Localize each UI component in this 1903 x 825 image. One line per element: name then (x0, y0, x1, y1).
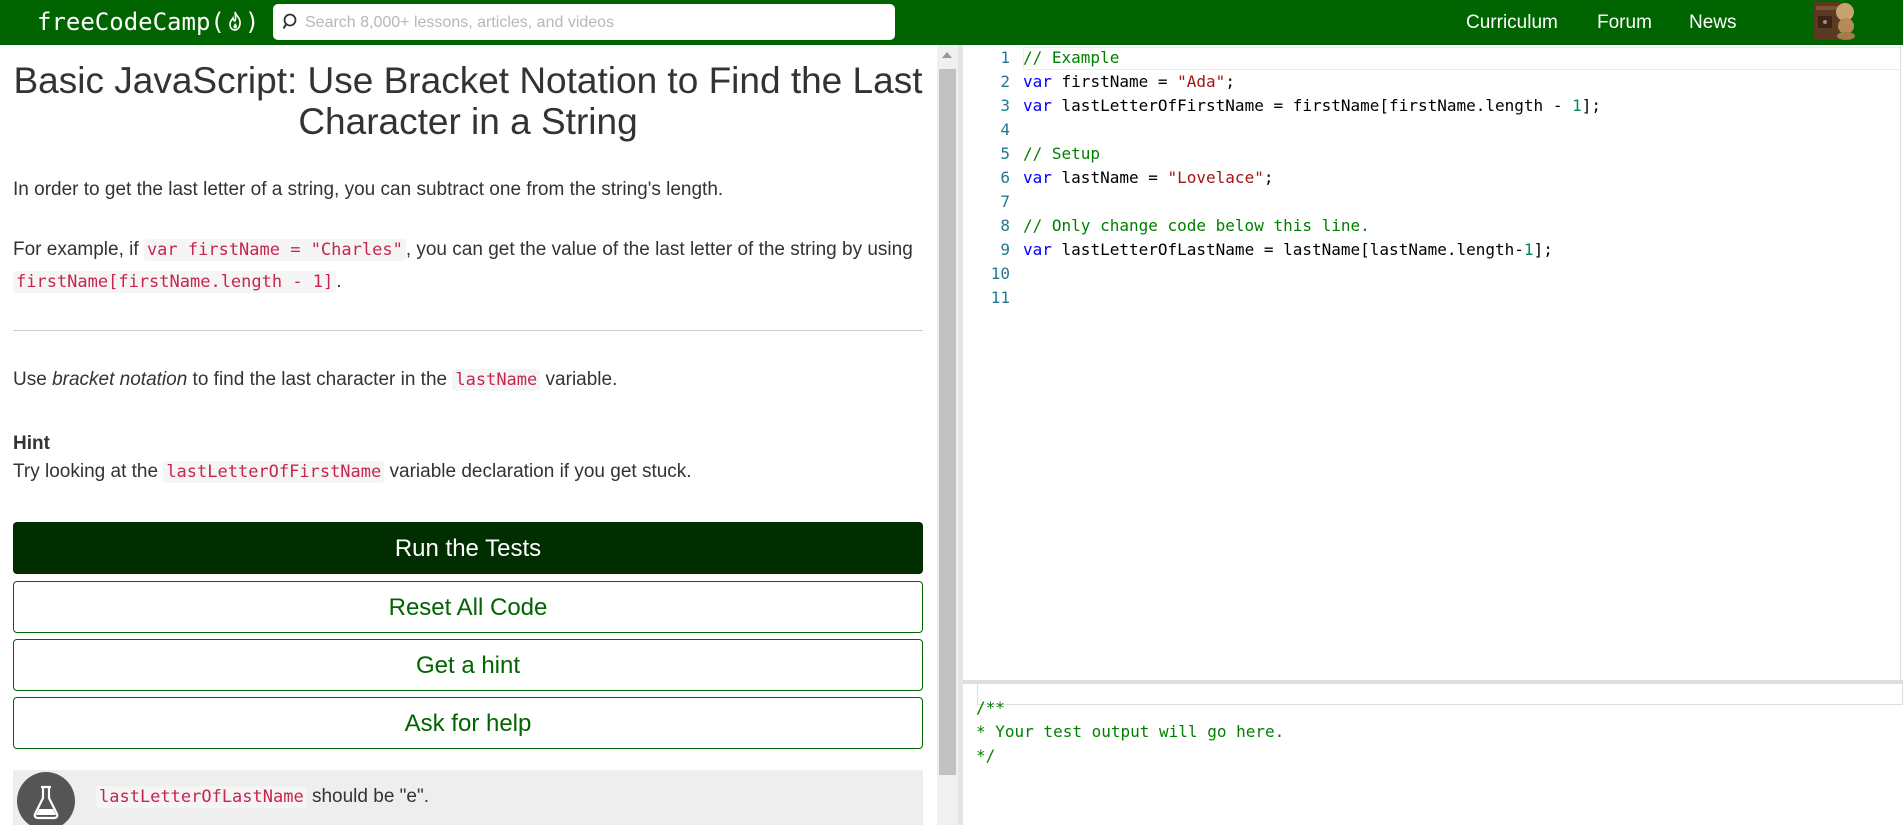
test-item: lastLetterOfLastName should be "e". (96, 786, 429, 808)
line-number: 6 (1000, 168, 1010, 187)
code-line[interactable]: var lastLetterOfFirstName = firstName[fi… (1023, 96, 1601, 115)
ask-help-button[interactable]: Ask for help (13, 697, 923, 749)
inline-code: firstName[firstName.length - 1] (13, 271, 337, 293)
code-line[interactable]: var lastLetterOfLastName = lastName[last… (1023, 240, 1553, 259)
description-paragraph: In order to get the last letter of a str… (13, 179, 724, 200)
line-number: 7 (1000, 192, 1010, 211)
code-line[interactable]: // Setup (1023, 144, 1100, 163)
instructions-scrollbar[interactable] (937, 45, 958, 825)
search-bar[interactable] (273, 4, 895, 40)
output-line: */ (976, 746, 996, 765)
code-line[interactable]: var firstName = "Ada"; (1023, 72, 1235, 91)
inline-code: lastLetterOfFirstName (163, 461, 385, 483)
scroll-thumb[interactable] (939, 69, 956, 775)
fcc-logo[interactable]: freeCodeCamp() (37, 6, 259, 39)
search-icon (282, 13, 299, 35)
run-tests-button[interactable]: Run the Tests (13, 522, 923, 574)
get-hint-button[interactable]: Get a hint (13, 639, 923, 691)
nav-link-curriculum[interactable]: Curriculum (1466, 12, 1558, 34)
hint-heading: Hint (13, 433, 50, 454)
line-number: 3 (1000, 96, 1010, 115)
code-line[interactable]: // Only change code below this line. (1023, 216, 1370, 235)
inline-code: lastName (452, 369, 541, 391)
output-header-bar (977, 684, 1903, 705)
line-number: 11 (990, 288, 1010, 307)
example-paragraph: For example, if var firstName = "Charles… (13, 239, 913, 293)
nav-link-news[interactable]: News (1689, 12, 1737, 34)
search-input[interactable] (303, 9, 887, 37)
avatar[interactable] (1812, 0, 1856, 42)
line-number: 10 (990, 264, 1010, 283)
test-suite: lastLetterOfLastName should be "e". (13, 770, 923, 825)
inline-code: lastLetterOfLastName (96, 786, 307, 808)
line-number: 5 (1000, 144, 1010, 163)
scroll-up-arrow-icon[interactable] (942, 52, 952, 58)
current-line-highlight (1023, 47, 1903, 70)
navbar: freeCodeCamp() Curriculum Forum News (0, 0, 1903, 45)
code-line[interactable]: var lastName = "Lovelace"; (1023, 168, 1273, 187)
code-line[interactable]: // Example (1023, 48, 1119, 67)
hint-paragraph: Try looking at the lastLetterOfFirstName… (13, 461, 692, 483)
divider (13, 330, 923, 331)
line-number: 2 (1000, 72, 1010, 91)
code-editor[interactable]: 1 2 3 4 5 6 7 8 9 10 11 // Example var firstName = … (963, 45, 1903, 682)
instructions-panel: Basic JavaScript: Use Bracket Notation t… (0, 45, 935, 825)
line-number: 4 (1000, 120, 1010, 139)
output-line: * Your test output will go here. (976, 722, 1285, 741)
line-number: 9 (1000, 240, 1010, 259)
output-line: /** (976, 698, 1005, 717)
fire-icon (227, 7, 243, 39)
line-number: 1 (1000, 48, 1010, 67)
test-output-panel: /** * Your test output will go here. */ (963, 684, 1903, 825)
line-number: 8 (1000, 216, 1010, 235)
instruction-paragraph: Use bracket notation to find the last ch… (13, 369, 618, 391)
inline-code: var firstName = "Charles" (143, 239, 406, 261)
nav-link-forum[interactable]: Forum (1597, 12, 1652, 34)
page-title: Basic JavaScript: Use Bracket Notation t… (13, 60, 923, 142)
reset-code-button[interactable]: Reset All Code (13, 581, 923, 633)
flask-icon (17, 772, 75, 825)
logo-text: freeCodeCamp (37, 8, 211, 36)
